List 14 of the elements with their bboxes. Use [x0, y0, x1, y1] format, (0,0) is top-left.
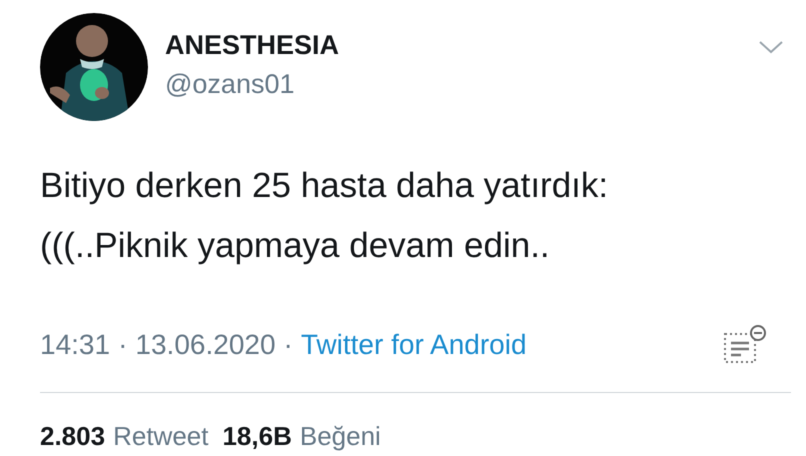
display-name: ANESTHESIA [165, 29, 340, 61]
stat-label: Beğeni [300, 421, 381, 452]
tweet-date: 13.06.2020 [135, 328, 276, 362]
separator-dot: · [284, 328, 293, 362]
stat-label: Retweet [113, 421, 208, 452]
source-link[interactable]: Twitter for Android [300, 327, 527, 363]
username: @ozans01 [165, 68, 296, 101]
tweet-time: 14:31 [40, 328, 110, 362]
tweet-text-line: (((..Piknik yapmaya devam edin.. [40, 225, 551, 267]
activity-icon[interactable] [722, 324, 768, 366]
separator-dot: · [118, 328, 128, 362]
stat-count: 2.803 [40, 421, 106, 452]
tweet-text-line: Bitiyo derken 25 hasta daha yatırdık: [40, 165, 610, 207]
stat-count: 18,6B [222, 421, 292, 452]
